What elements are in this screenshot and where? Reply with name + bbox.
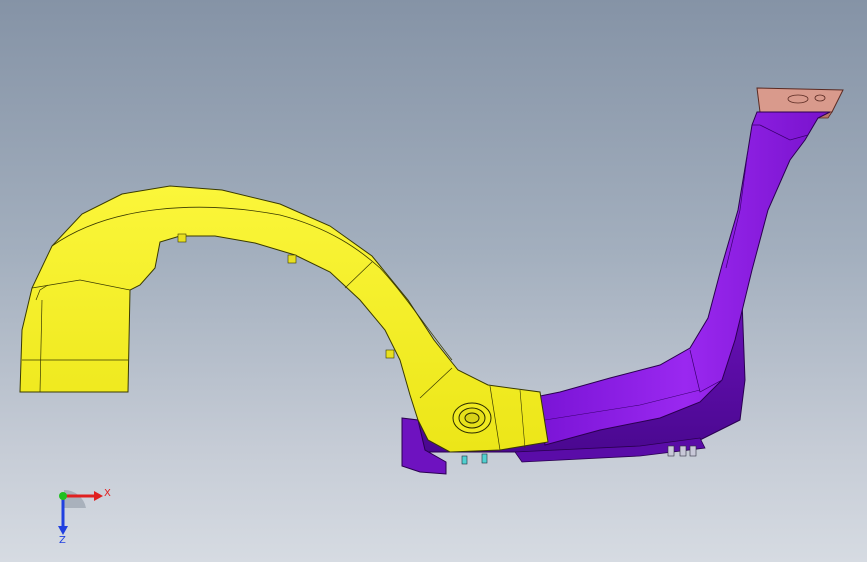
cad-viewport[interactable]: X Z [0, 0, 867, 562]
view-orientation-triad[interactable]: X Z [48, 482, 118, 544]
duct-port[interactable] [452, 402, 492, 434]
z-axis-label: Z [59, 535, 66, 544]
3d-model-view[interactable] [0, 0, 867, 562]
triad-plane-shade [64, 489, 86, 508]
yellow-duct-body[interactable] [19, 185, 549, 453]
x-axis-label: X [104, 488, 111, 499]
y-axis-dot [59, 492, 67, 500]
z-axis-arrowhead [58, 526, 68, 535]
x-axis-arrowhead [94, 491, 103, 501]
